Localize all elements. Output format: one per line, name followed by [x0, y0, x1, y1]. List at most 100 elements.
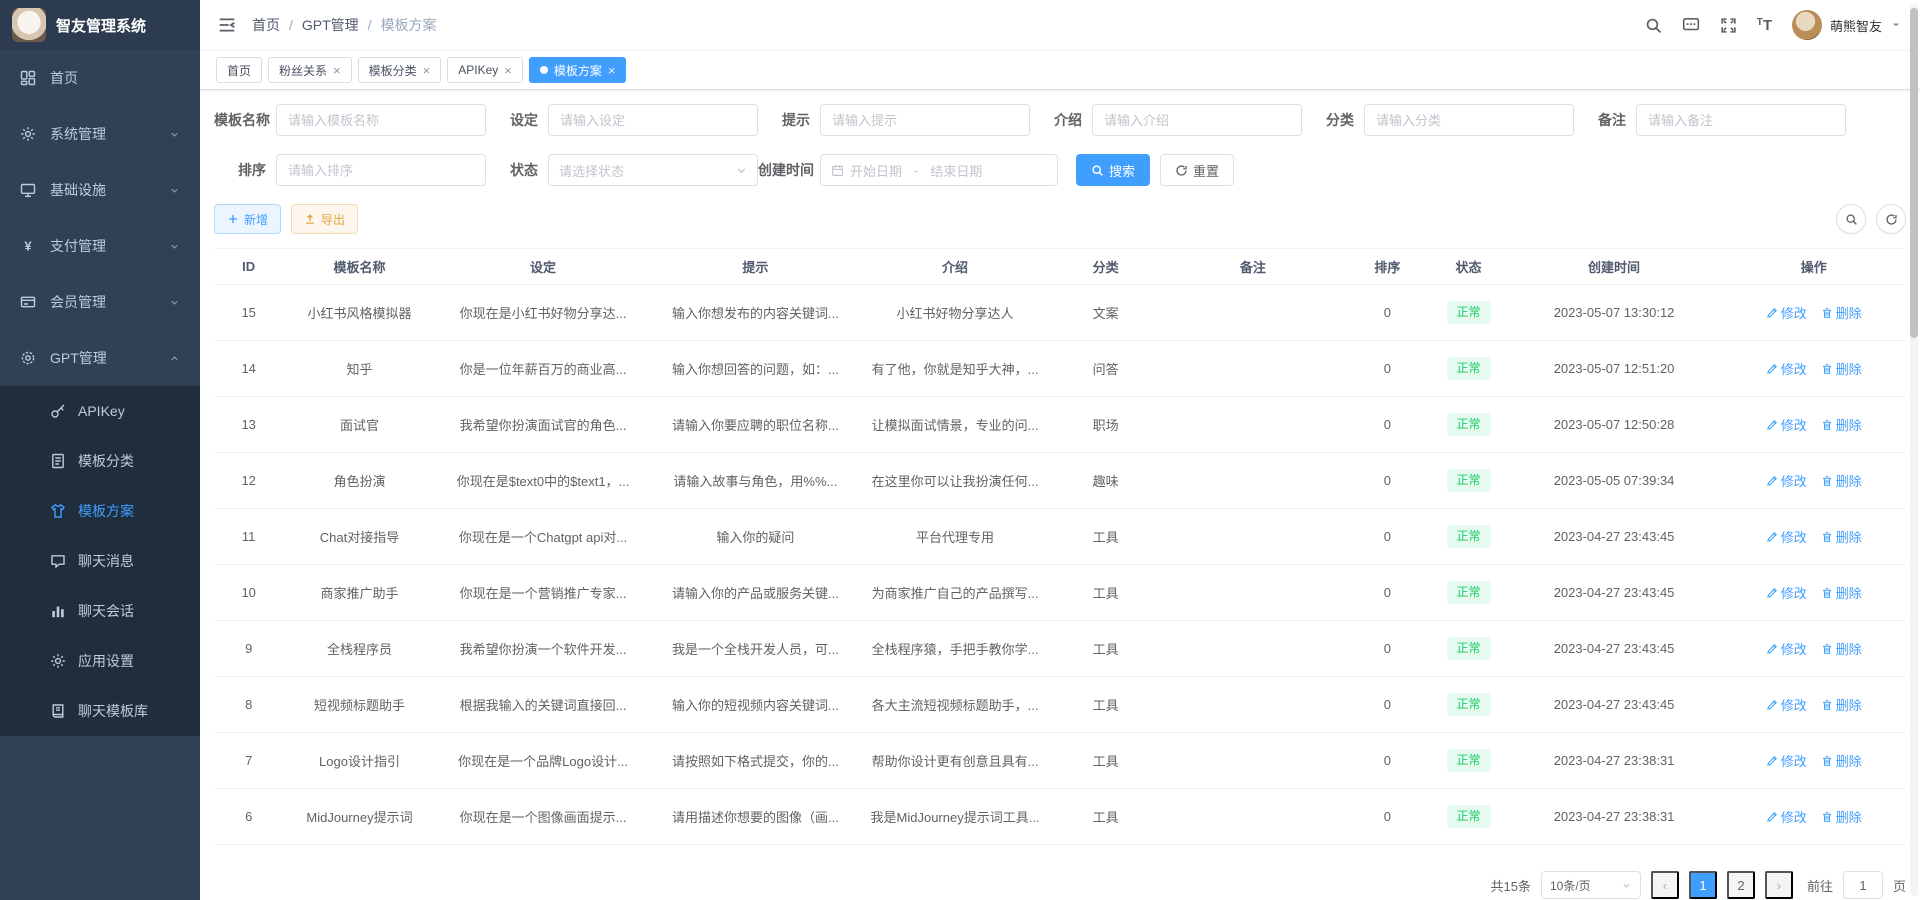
next-page-button[interactable]: › [1765, 871, 1793, 899]
close-icon[interactable]: × [608, 64, 616, 77]
delete-link[interactable]: 删除 [1821, 303, 1862, 322]
sidebar-item-chat-template-lib[interactable]: 聊天模板库 [0, 686, 200, 736]
sidebar-item-label: 首页 [50, 68, 180, 88]
sidebar-item-home[interactable]: 首页 [0, 50, 200, 106]
close-icon[interactable]: × [423, 64, 431, 77]
sort-input[interactable] [276, 154, 486, 186]
fullscreen-icon[interactable] [1720, 17, 1737, 34]
tab-template-category[interactable]: 模板分类× [358, 57, 442, 83]
cell-setting: 你现在是一个Chatgpt api对... [436, 509, 651, 565]
filter-label: 提示 [758, 110, 820, 130]
filter-input-3[interactable] [1092, 104, 1302, 136]
filter-input-2[interactable] [820, 104, 1030, 136]
cell-setting: 我希望你扮演面试官的角色... [436, 397, 651, 453]
edit-link[interactable]: 修改 [1766, 583, 1807, 602]
filter-input-0[interactable] [276, 104, 486, 136]
prev-page-button[interactable]: ‹ [1651, 871, 1679, 899]
message-icon[interactable] [1682, 16, 1700, 34]
delete-link[interactable]: 删除 [1821, 471, 1862, 490]
tab-apikey[interactable]: APIKey× [447, 57, 523, 83]
breadcrumb-home[interactable]: 首页 [252, 15, 280, 35]
filter-input-1[interactable] [548, 104, 758, 136]
edit-link[interactable]: 修改 [1766, 527, 1807, 546]
sidebar-item-chat-message[interactable]: 聊天消息 [0, 536, 200, 586]
delete-link[interactable]: 删除 [1821, 751, 1862, 770]
sidebar-item-label: 系统管理 [50, 124, 169, 144]
topbar-actions: TT 萌熊智友 [1645, 10, 1902, 40]
sidebar-item-app-settings[interactable]: 应用设置 [0, 636, 200, 686]
search-button[interactable]: 搜索 [1076, 154, 1150, 186]
edit-link[interactable]: 修改 [1766, 303, 1807, 322]
cell-setting: 我希望你扮演一个软件开发... [436, 621, 651, 677]
sidebar-item-gpt[interactable]: GPT管理 [0, 330, 200, 386]
sidebar-item-system[interactable]: 系统管理 [0, 106, 200, 162]
filter-input-4[interactable] [1364, 104, 1574, 136]
delete-link[interactable]: 删除 [1821, 807, 1862, 826]
monitor-icon [20, 182, 36, 198]
delete-link[interactable]: 删除 [1821, 695, 1862, 714]
search-icon[interactable] [1645, 17, 1662, 34]
edit-link[interactable]: 修改 [1766, 807, 1807, 826]
edit-link[interactable]: 修改 [1766, 639, 1807, 658]
page-button-2[interactable]: 2 [1727, 871, 1755, 899]
logo-avatar [12, 8, 46, 42]
cell-remark [1161, 565, 1344, 621]
delete-link-label: 删除 [1836, 359, 1862, 378]
sidebar-item-apikey[interactable]: APIKey [0, 386, 200, 436]
toggle-search-button[interactable] [1836, 204, 1866, 234]
sidebar-item-chat-session[interactable]: 聊天会话 [0, 586, 200, 636]
export-button-label: 导出 [321, 211, 345, 228]
tab-fans[interactable]: 粉丝关系× [268, 57, 352, 83]
page-size-select[interactable]: 10条/页 [1541, 871, 1641, 899]
breadcrumb-gpt[interactable]: GPT管理 [302, 15, 359, 35]
reset-button[interactable]: 重置 [1160, 154, 1234, 186]
sidebar-item-payment[interactable]: ¥支付管理 [0, 218, 200, 274]
edit-link-label: 修改 [1781, 527, 1807, 546]
edit-link[interactable]: 修改 [1766, 359, 1807, 378]
cell-created: 2023-04-27 23:43:45 [1507, 677, 1722, 733]
scrollbar-thumb[interactable] [1910, 8, 1918, 338]
sidebar-collapse-icon[interactable] [218, 16, 236, 34]
sidebar-item-template-plan[interactable]: 模板方案 [0, 486, 200, 536]
status-select[interactable]: 请选择状态 [548, 154, 758, 186]
delete-link[interactable]: 删除 [1821, 359, 1862, 378]
date-range-picker[interactable]: 开始日期 - 结束日期 [820, 154, 1058, 186]
filter-input-5[interactable] [1636, 104, 1846, 136]
delete-link[interactable]: 删除 [1821, 639, 1862, 658]
edit-link[interactable]: 修改 [1766, 751, 1807, 770]
edit-link[interactable]: 修改 [1766, 695, 1807, 714]
pagination-total: 共15条 [1491, 876, 1531, 895]
sidebar-item-member[interactable]: 会员管理 [0, 274, 200, 330]
delete-link[interactable]: 删除 [1821, 583, 1862, 602]
edit-link[interactable]: 修改 [1766, 415, 1807, 434]
close-icon[interactable]: × [333, 64, 341, 77]
scrollbar-track[interactable] [1910, 4, 1918, 896]
cell-sort: 0 [1344, 621, 1430, 677]
refresh-table-button[interactable] [1876, 204, 1906, 234]
arrow-down-icon [169, 241, 180, 252]
delete-link[interactable]: 删除 [1821, 527, 1862, 546]
font-size-icon[interactable]: TT [1757, 18, 1772, 33]
add-button[interactable]: 新增 [214, 204, 281, 234]
export-icon [304, 213, 316, 225]
tab-home[interactable]: 首页 [216, 57, 262, 83]
export-button[interactable]: 导出 [291, 204, 358, 234]
sidebar-item-template-category[interactable]: 模板分类 [0, 436, 200, 486]
sidebar-item-infrastructure[interactable]: 基础设施 [0, 162, 200, 218]
app-settings-icon [50, 653, 66, 669]
page-button-1[interactable]: 1 [1689, 871, 1717, 899]
user-menu[interactable]: 萌熊智友 [1792, 10, 1902, 40]
app-logo[interactable]: 智友管理系统 [0, 0, 200, 50]
delete-link[interactable]: 删除 [1821, 415, 1862, 434]
goto-label: 前往 [1807, 876, 1833, 895]
goto-page-input[interactable] [1843, 871, 1883, 899]
filter-row-2: 排序 状态 请选择状态 创建时间 [214, 154, 1906, 186]
close-icon[interactable]: × [504, 64, 512, 77]
app-root: 智友管理系统 首页系统管理基础设施¥支付管理会员管理GPT管理APIKey模板分… [0, 0, 1920, 900]
active-tab-dot [540, 66, 548, 74]
edit-link-label: 修改 [1781, 471, 1807, 490]
cell-sort: 0 [1344, 285, 1430, 341]
date-end-placeholder: 结束日期 [930, 161, 982, 180]
tab-template-plan[interactable]: 模板方案× [529, 57, 627, 83]
edit-link[interactable]: 修改 [1766, 471, 1807, 490]
